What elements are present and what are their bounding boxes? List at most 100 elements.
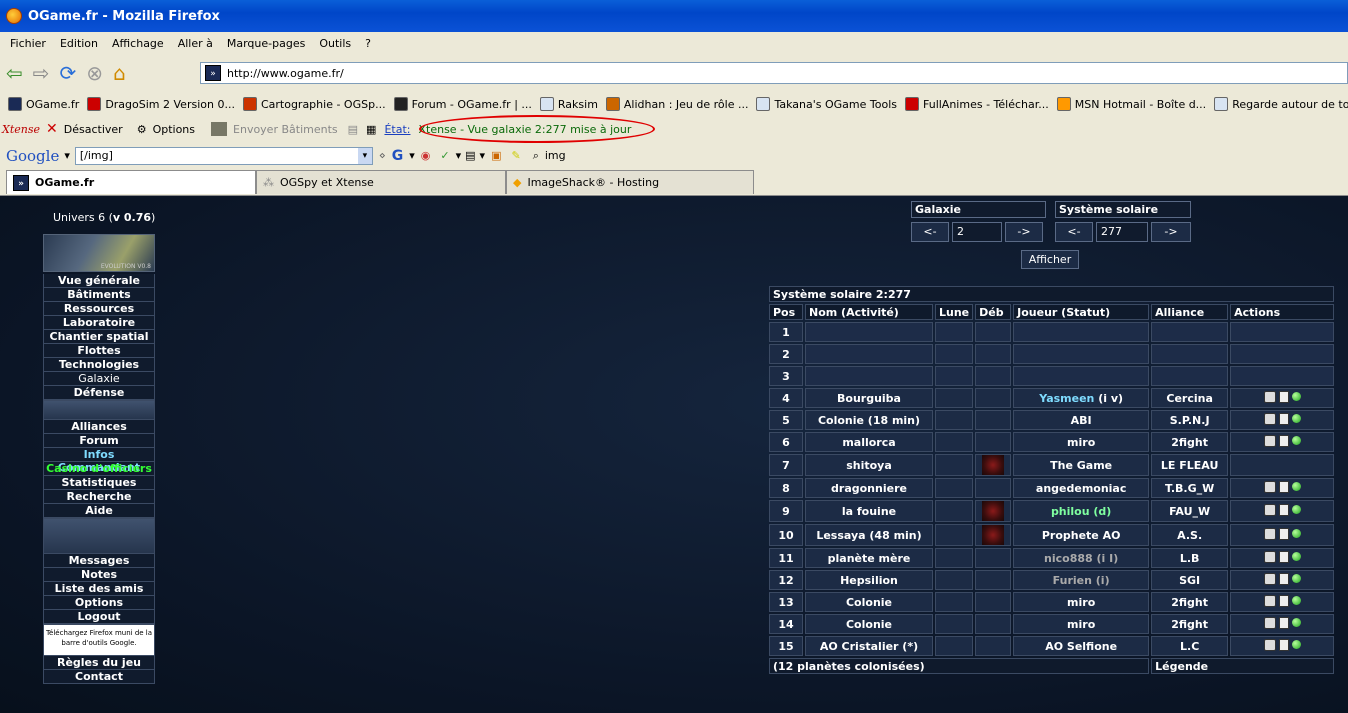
spy-icon[interactable] [1263,434,1276,447]
alliance-cell[interactable]: L.C [1151,636,1229,656]
alliance-cell[interactable]: FAU_W [1151,500,1229,522]
player-name[interactable]: Furien [1053,574,1092,587]
search-dropdown-icon[interactable]: ▾ [357,147,372,164]
menu-item-casino-d-officiers[interactable]: Casino d'officiers [43,462,155,476]
menu-item-d-fense[interactable]: Défense [43,386,155,400]
message-icon[interactable] [1278,390,1289,403]
player-name[interactable]: miro [1067,436,1095,449]
home-icon[interactable]: ⌂ [113,61,126,85]
player-name[interactable]: Yasmeen [1039,392,1094,405]
menu-item-recherche[interactable]: Recherche [43,490,155,504]
planet-name-cell[interactable]: Colonie [805,592,933,612]
planet-name-cell[interactable]: la fouine [805,500,933,522]
bookmark-item[interactable]: Raksim [539,97,598,111]
spy-icon[interactable] [1263,480,1276,493]
pagerank-icon[interactable]: ◉ [421,149,431,162]
message-icon[interactable] [1278,412,1289,425]
bookmark-item[interactable]: Forum - OGame.fr | ... [393,97,532,111]
alliance-cell[interactable]: Cercina [1151,388,1229,408]
message-icon[interactable] [1278,503,1289,516]
debris-field-icon[interactable] [982,525,1005,545]
message-icon[interactable] [1278,594,1289,607]
planet-name-cell[interactable]: planète mère [805,548,933,568]
xtense-send-button[interactable]: Envoyer Bâtiments [233,123,338,136]
planet-name-cell[interactable]: Bourguiba [805,388,933,408]
player-name[interactable]: miro [1067,618,1095,631]
menu-item-r-gles-du-jeu[interactable]: Règles du jeu [43,656,155,670]
menu-item-statistiques[interactable]: Statistiques [43,476,155,490]
planet-name-cell[interactable]: AO Cristalier (*) [805,636,933,656]
menu-item-messages[interactable]: Messages [43,554,155,568]
show-button[interactable]: Afficher [1021,250,1079,269]
galaxy-next-button[interactable]: -> [1005,222,1043,242]
status-dot-icon[interactable] [1291,505,1301,514]
message-icon[interactable] [1278,638,1289,651]
planet-name-cell[interactable]: Colonie [805,614,933,634]
message-icon[interactable] [1278,616,1289,629]
image-icon[interactable]: ▣ [491,149,501,162]
planet-name-cell[interactable]: mallorca [805,432,933,452]
find-icon[interactable]: ⌕ [533,149,539,163]
menu-edition[interactable]: Edition [60,37,98,50]
message-icon[interactable] [1278,434,1289,447]
status-dot-icon[interactable] [1291,640,1301,649]
player-cell[interactable]: miro [1013,432,1150,452]
galaxy-input[interactable]: 2 [952,222,1002,242]
bookmark-item[interactable]: Takana's OGame Tools [756,97,897,111]
menu-help[interactable]: ? [365,37,371,50]
tab-imageshack[interactable]: ◆ ImageShack® - Hosting [506,170,754,194]
player-cell[interactable]: miro [1013,592,1150,612]
firefox-ad[interactable]: Téléchargez Firefox muni de la barre d'o… [43,624,155,656]
alliance-cell[interactable]: 2fight [1151,614,1229,634]
player-cell[interactable]: ABI [1013,410,1150,430]
planet-name-cell[interactable]: Colonie (18 min) [805,410,933,430]
bookmark-item[interactable]: DragoSim 2 Version 0... [87,97,235,111]
player-cell[interactable]: miro [1013,614,1150,634]
status-dot-icon[interactable] [1291,482,1301,491]
menu-aller[interactable]: Aller à [178,37,213,50]
menu-item-technologies[interactable]: Technologies [43,358,155,372]
message-icon[interactable] [1278,527,1289,540]
status-dot-icon[interactable] [1291,596,1301,605]
copy-icon[interactable]: ▤ [348,123,358,136]
planet-name-cell[interactable]: shitoya [805,454,933,476]
player-name[interactable]: Prophete AO [1042,529,1121,542]
menu-item-ressources[interactable]: Ressources [43,302,155,316]
address-bar[interactable]: » http://www.ogame.fr/ [200,62,1348,84]
status-dot-icon[interactable] [1291,529,1301,538]
alliance-cell[interactable]: A.S. [1151,524,1229,546]
autofill-icon[interactable]: ▤ [465,149,475,162]
spy-icon[interactable] [1263,572,1276,585]
bookmark-item[interactable]: Alidhan : Jeu de rôle ... [605,97,748,111]
chevron-down-icon[interactable]: ▾ [480,149,486,162]
player-name[interactable]: angedemoniac [1036,482,1127,495]
player-cell[interactable]: AO Selfione [1013,636,1150,656]
spy-icon[interactable] [1263,594,1276,607]
menu-item-logout[interactable]: Logout [43,610,155,624]
spy-icon[interactable] [1263,503,1276,516]
galaxy-prev-button[interactable]: <- [911,222,949,242]
spy-icon[interactable] [1263,390,1276,403]
menu-outils[interactable]: Outils [319,37,351,50]
menu-affichage[interactable]: Affichage [112,37,164,50]
player-name[interactable]: ABI [1071,414,1092,427]
chevron-down-icon[interactable]: ▾ [456,149,462,162]
player-name[interactable]: The Game [1050,459,1112,472]
planet-name-cell[interactable]: Lessaya (48 min) [805,524,933,546]
menu-item-forum[interactable]: Forum [43,434,155,448]
planet-name-cell[interactable]: dragonniere [805,478,933,498]
player-cell[interactable]: Yasmeen (i v) [1013,388,1150,408]
player-name[interactable]: philou [1051,505,1090,518]
bookmark-item[interactable]: FullAnimes - Téléchar... [905,97,1049,111]
google-img-button[interactable]: img [545,149,566,162]
disable-icon[interactable]: ✕ [46,121,58,137]
player-cell[interactable]: Furien (i) [1013,570,1150,590]
menu-item-vue-g-n-rale[interactable]: Vue générale [43,274,155,288]
google-search-icon[interactable]: G [392,148,404,164]
menu-item-galaxie[interactable]: Galaxie [43,372,155,386]
forward-icon[interactable]: ⇨ [33,61,50,85]
alliance-cell[interactable]: L.B [1151,548,1229,568]
alliance-cell[interactable]: LE FLEAU [1151,454,1229,476]
highlight-icon[interactable]: ✎ [511,149,520,162]
menu-item-liste-des-amis[interactable]: Liste des amis [43,582,155,596]
